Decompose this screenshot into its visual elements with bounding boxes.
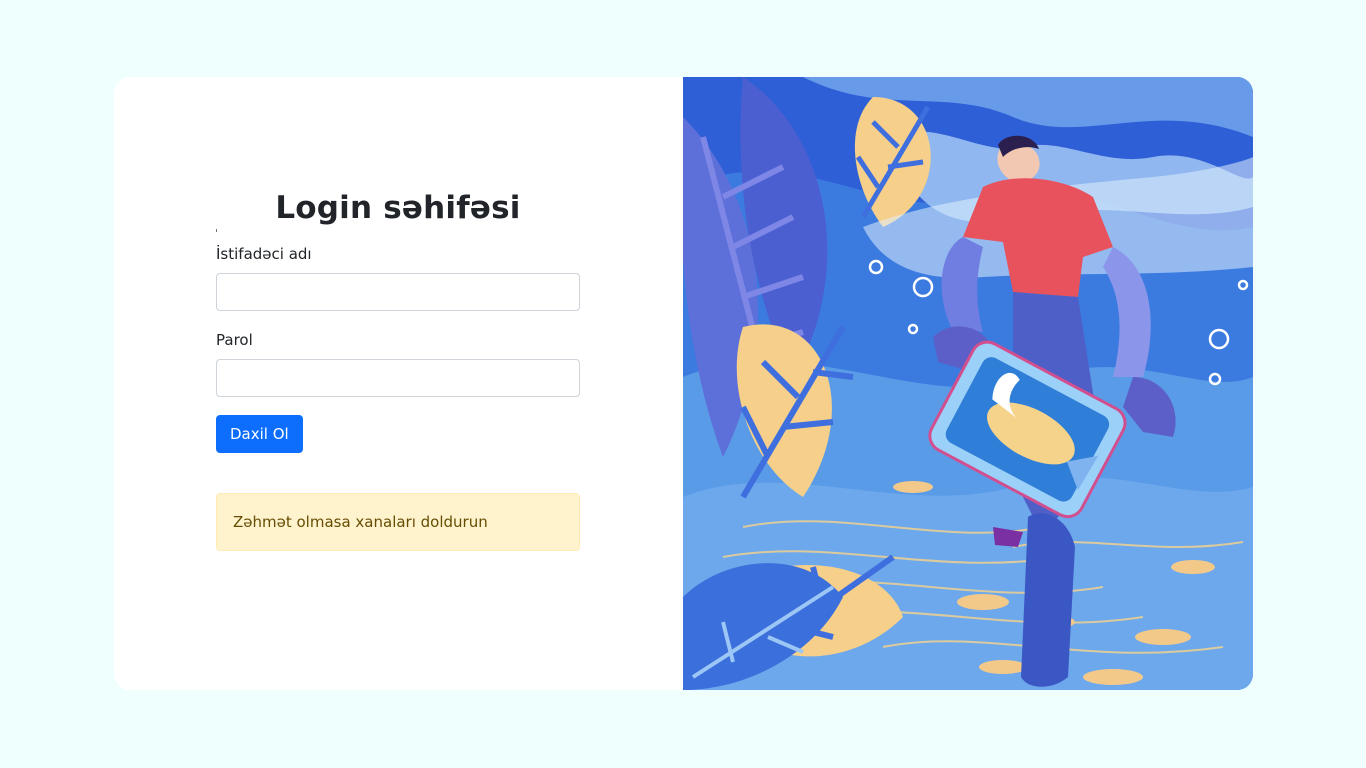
username-input[interactable] bbox=[216, 273, 580, 311]
illustration-image bbox=[683, 77, 1253, 690]
login-form-panel: Login səhifəsi İstifadəci adı Parol Daxi… bbox=[114, 77, 683, 690]
password-group: Parol bbox=[216, 329, 580, 397]
username-group: İstifadəci adı bbox=[216, 243, 580, 311]
warning-alert: Zəhmət olmasa xanaları doldurun bbox=[216, 493, 580, 551]
illustration-panel bbox=[683, 77, 1253, 690]
password-label: Parol bbox=[216, 331, 253, 349]
username-label: İstifadəci adı bbox=[216, 245, 312, 263]
page-title: Login səhifəsi bbox=[275, 190, 521, 226]
login-button[interactable]: Daxil Ol bbox=[216, 415, 303, 453]
login-card: Login səhifəsi İstifadəci adı Parol Daxi… bbox=[114, 77, 1253, 690]
stray-mark bbox=[216, 227, 580, 241]
password-input[interactable] bbox=[216, 359, 580, 397]
login-form: Login səhifəsi İstifadəci adı Parol Daxi… bbox=[216, 189, 580, 551]
